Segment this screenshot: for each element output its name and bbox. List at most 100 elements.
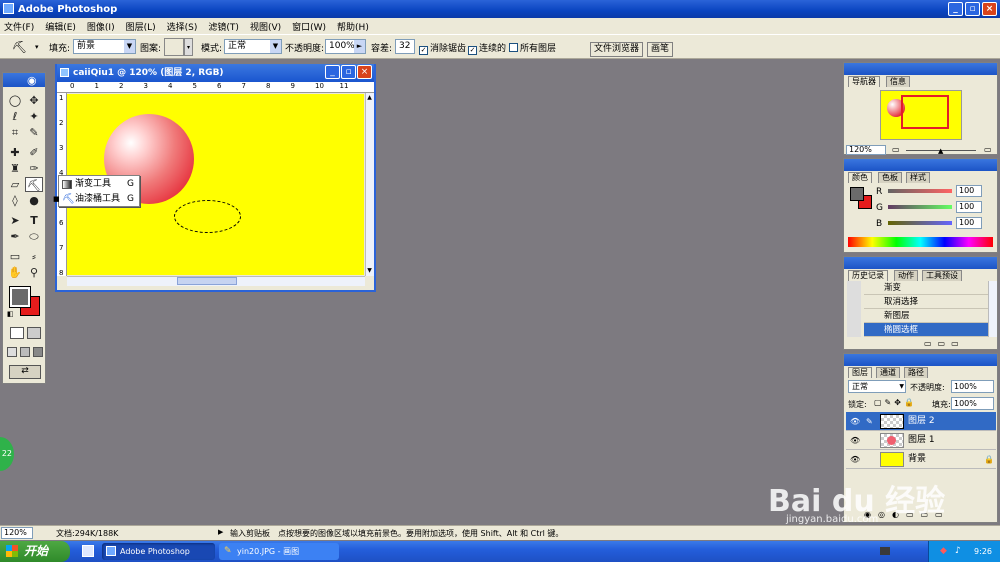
history-scrollbar[interactable] bbox=[988, 281, 997, 337]
marquee-tool-icon[interactable]: ◯ bbox=[6, 93, 24, 108]
vertical-scrollbar[interactable] bbox=[365, 93, 374, 276]
dodge-tool-icon[interactable]: ● bbox=[25, 193, 43, 208]
zoom-out-icon[interactable]: ▭ bbox=[892, 145, 900, 154]
screen-mode-standard-icon[interactable] bbox=[7, 347, 17, 357]
tab-brushes[interactable]: 画笔 bbox=[647, 42, 674, 57]
layer-fill-field[interactable]: 100% bbox=[951, 397, 994, 410]
slice-tool-icon[interactable]: ✎ bbox=[25, 125, 43, 140]
close-button[interactable]: × bbox=[982, 2, 997, 16]
hand-tool-icon[interactable]: ✋ bbox=[6, 265, 24, 280]
tool-preset-arrow-icon[interactable]: ▾ bbox=[35, 43, 39, 51]
clock[interactable]: 9:26 bbox=[974, 547, 992, 556]
opacity-field[interactable]: 100% ► bbox=[325, 39, 366, 54]
layer-row-selected[interactable]: 👁 ✎ 图层 2 bbox=[846, 412, 996, 431]
brush-tool-icon[interactable]: ✐ bbox=[25, 145, 43, 160]
standard-mode-icon[interactable] bbox=[10, 327, 24, 339]
r-value-field[interactable]: 100 bbox=[956, 185, 982, 197]
menu-file[interactable]: 文件(F) bbox=[4, 20, 34, 33]
navigator-zoom-field[interactable]: 120% bbox=[846, 145, 886, 155]
type-tool-icon[interactable]: T bbox=[25, 213, 43, 228]
r-slider[interactable] bbox=[888, 189, 952, 193]
menu-edit[interactable]: 编辑(E) bbox=[45, 20, 76, 33]
blend-mode-select[interactable]: 正常 ▼ bbox=[848, 380, 906, 393]
history-item[interactable]: 取消选择 bbox=[864, 295, 996, 309]
menu-view[interactable]: 视图(V) bbox=[250, 20, 281, 33]
tab-info[interactable]: 信息 bbox=[886, 76, 910, 87]
history-item-selected[interactable]: 椭圆选框 bbox=[864, 323, 996, 337]
eyedropper-icon[interactable]: ⸗ bbox=[25, 249, 43, 264]
color-ramp[interactable] bbox=[848, 237, 993, 247]
task-paint[interactable]: yin20.JPG - 画图 bbox=[219, 543, 339, 560]
tab-channels[interactable]: 通道 bbox=[876, 367, 900, 378]
healing-brush-icon[interactable]: ✚ bbox=[6, 145, 24, 160]
tab-color[interactable]: 颜色 bbox=[848, 172, 872, 183]
layer-row[interactable]: 👁 图层 1 bbox=[846, 431, 996, 450]
tab-tool-presets[interactable]: 工具预设 bbox=[922, 270, 962, 281]
navigator-thumbnail[interactable] bbox=[880, 90, 962, 140]
layer-opacity-field[interactable]: 100% bbox=[951, 380, 994, 393]
menu-filter[interactable]: 滤镜(T) bbox=[208, 20, 239, 33]
b-value-field[interactable]: 100 bbox=[956, 217, 982, 229]
menu-layer[interactable]: 图层(L) bbox=[126, 20, 156, 33]
minimize-button[interactable]: _ bbox=[948, 2, 963, 16]
history-item[interactable]: 新图层 bbox=[864, 309, 996, 323]
shape-tool-icon[interactable]: ⬭ bbox=[25, 229, 43, 244]
flyout-item-paint-bucket[interactable]: ■ ⛏ 油漆桶工具 G bbox=[53, 192, 139, 207]
tray-volume-icon[interactable]: ♪ bbox=[955, 546, 961, 556]
tray-monitor-icon[interactable] bbox=[880, 547, 890, 555]
foreground-color-swatch[interactable] bbox=[9, 286, 31, 308]
doc-maximize-button[interactable]: ▫ bbox=[341, 65, 356, 79]
history-brush-icon[interactable]: ✑ bbox=[25, 161, 43, 176]
flyout-item-gradient[interactable]: 渐变工具 G bbox=[59, 177, 139, 192]
visibility-eye-icon[interactable]: 👁 bbox=[850, 412, 860, 431]
lock-icons[interactable]: ▢✎✥🔒 bbox=[874, 398, 917, 407]
zoom-slider-thumb[interactable]: ▲ bbox=[938, 147, 943, 155]
horizontal-scroll-thumb[interactable] bbox=[177, 277, 237, 285]
elliptical-selection[interactable] bbox=[174, 200, 241, 233]
scroll-up-icon[interactable]: ▲ bbox=[365, 94, 374, 102]
jump-to-imageready-icon[interactable]: ⇄ bbox=[9, 365, 41, 379]
move-tool-icon[interactable]: ✥ bbox=[25, 93, 43, 108]
pattern-swatch[interactable] bbox=[164, 38, 184, 56]
screen-mode-full-menu-icon[interactable] bbox=[20, 347, 30, 357]
doc-close-button[interactable]: × bbox=[357, 65, 372, 79]
doc-size[interactable]: 文档:294K/188K bbox=[56, 528, 118, 539]
visibility-eye-icon[interactable]: 👁 bbox=[850, 450, 860, 469]
history-item[interactable]: 渐变 bbox=[864, 281, 996, 295]
fg-color-swatch[interactable] bbox=[850, 187, 864, 201]
tab-navigator[interactable]: 导航器 bbox=[848, 76, 880, 87]
tab-paths[interactable]: 路径 bbox=[904, 367, 928, 378]
eraser-tool-icon[interactable]: ▱ bbox=[6, 177, 24, 192]
antialias-checkbox[interactable]: ✓ 消除锯齿 bbox=[419, 41, 466, 55]
menu-window[interactable]: 窗口(W) bbox=[292, 20, 326, 33]
pen-tool-icon[interactable]: ✒ bbox=[6, 229, 24, 244]
paint-bucket-icon[interactable]: ⛏ bbox=[12, 40, 27, 54]
status-zoom-field[interactable]: 120% bbox=[1, 527, 33, 539]
pattern-dropdown-icon[interactable]: ▾ bbox=[184, 38, 193, 56]
menu-help[interactable]: 帮助(H) bbox=[337, 20, 369, 33]
paint-bucket-tool-icon[interactable]: ⛏ bbox=[25, 177, 43, 192]
notes-tool-icon[interactable]: ▭ bbox=[6, 249, 24, 264]
menu-image[interactable]: 图像(I) bbox=[87, 20, 115, 33]
tab-file-browser[interactable]: 文件浏览器 bbox=[590, 42, 644, 57]
b-slider[interactable] bbox=[888, 221, 952, 225]
history-footer-icons[interactable]: ▭▭▭ bbox=[924, 339, 965, 348]
doc-minimize-button[interactable]: _ bbox=[325, 65, 340, 79]
tolerance-field[interactable]: 32 bbox=[395, 39, 415, 54]
crop-tool-icon[interactable]: ⌗ bbox=[6, 125, 24, 140]
magic-wand-icon[interactable]: ✦ bbox=[25, 109, 43, 124]
visibility-eye-icon[interactable]: 👁 bbox=[850, 431, 860, 450]
menu-select[interactable]: 选择(S) bbox=[167, 20, 198, 33]
screen-mode-full-icon[interactable] bbox=[33, 347, 43, 357]
quick-mask-icon[interactable] bbox=[27, 327, 41, 339]
blur-tool-icon[interactable]: ◊ bbox=[6, 193, 24, 208]
tab-history[interactable]: 历史记录 bbox=[848, 270, 888, 281]
mode-select[interactable]: 正常 ▼ bbox=[224, 39, 282, 54]
show-desktop-icon[interactable] bbox=[82, 545, 94, 557]
tab-layers[interactable]: 图层 bbox=[848, 367, 872, 378]
clone-stamp-icon[interactable]: ♜ bbox=[6, 161, 24, 176]
view-box[interactable] bbox=[901, 95, 949, 129]
path-select-icon[interactable]: ➤ bbox=[6, 213, 24, 228]
maximize-button[interactable]: ▫ bbox=[965, 2, 980, 16]
task-photoshop[interactable]: Adobe Photoshop bbox=[102, 543, 215, 560]
